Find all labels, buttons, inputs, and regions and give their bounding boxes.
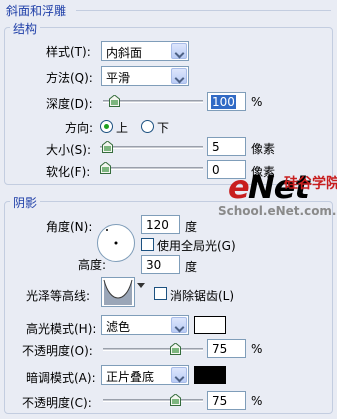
shadow-opacity-label: 不透明度(C): (22, 396, 92, 410)
soften-label: 软化(F): (46, 165, 91, 179)
soften-input-value: 0 (212, 163, 220, 177)
size-unit: 像素 (251, 142, 276, 156)
highlight-mode-select[interactable]: 滤色 (101, 315, 189, 335)
global-light-checkbox[interactable] (141, 238, 154, 251)
angle-label: 角度(N): (46, 220, 93, 234)
shadow-opacity-track (103, 399, 203, 402)
chevron-down-icon (171, 367, 187, 383)
technique-label: 方法(Q): (46, 71, 93, 85)
depth-label: 深度(D): (46, 97, 93, 111)
shading-title: 阴影 (10, 194, 41, 211)
size-input-value: 5 (212, 140, 220, 154)
altitude-unit: 度 (185, 260, 198, 274)
size-slider[interactable] (100, 141, 203, 153)
highlight-color-swatch[interactable] (194, 316, 226, 334)
shadow-mode-select[interactable]: 正片叠底 (101, 365, 189, 385)
angle-unit: 度 (185, 220, 198, 234)
altitude-input-value: 30 (146, 258, 162, 272)
soften-slider-track (100, 167, 203, 170)
soften-slider[interactable] (100, 162, 203, 174)
angle-input-value: 120 (146, 218, 169, 232)
style-label: 样式(T): (46, 45, 91, 59)
altitude-input[interactable]: 30 (141, 255, 180, 274)
highlight-mode-value: 滤色 (106, 320, 131, 334)
panel-title: 斜面和浮雕 (6, 4, 67, 18)
panel-title-divider (76, 10, 331, 11)
depth-slider-thumb[interactable] (109, 95, 120, 107)
structure-title: 结构 (10, 20, 41, 37)
highlight-opacity-slider[interactable] (103, 343, 203, 355)
highlight-mode-label: 高光模式(H): (26, 322, 97, 336)
contour-dropdown-icon[interactable] (137, 283, 145, 288)
size-slider-track (100, 146, 203, 149)
shadow-mode-value: 正片叠底 (106, 370, 155, 384)
style-select-value: 内斜面 (106, 46, 143, 60)
direction-up-label[interactable]: 上 (116, 119, 128, 136)
technique-select-value: 平滑 (106, 71, 131, 85)
shadow-opacity-value: 75 (212, 394, 228, 408)
depth-unit: % (251, 95, 263, 109)
size-input[interactable]: 5 (207, 137, 246, 156)
shadow-opacity-thumb[interactable] (170, 394, 181, 406)
gloss-contour-label: 光泽等高线: (26, 289, 91, 303)
highlight-opacity-value: 75 (212, 342, 228, 356)
global-light-label[interactable]: 使用全局光(G) (157, 237, 236, 254)
shadow-mode-label: 暗调模式(A): (26, 371, 96, 385)
shadow-opacity-unit: % (251, 394, 263, 408)
direction-down-label[interactable]: 下 (157, 119, 169, 136)
shadow-color-swatch[interactable] (194, 366, 226, 384)
highlight-opacity-thumb[interactable] (170, 343, 181, 355)
watermark-logo-e: e (228, 168, 250, 206)
highlight-opacity-track (103, 348, 203, 351)
soften-slider-thumb[interactable] (100, 162, 111, 174)
depth-input[interactable]: 100 (207, 92, 246, 111)
shadow-opacity-slider[interactable] (103, 394, 203, 406)
altitude-label: 高度: (78, 258, 107, 272)
anti-alias-label[interactable]: 消除锯齿(L) (170, 287, 234, 304)
size-label: 大小(S): (46, 143, 92, 157)
depth-slider[interactable] (103, 95, 203, 107)
highlight-opacity-input[interactable]: 75 (207, 339, 246, 358)
angle-input[interactable]: 120 (141, 215, 180, 234)
anti-alias-checkbox[interactable] (154, 287, 167, 300)
shadow-opacity-input[interactable]: 75 (207, 391, 246, 410)
direction-up-radio[interactable] (100, 120, 113, 133)
highlight-opacity-unit: % (251, 342, 263, 356)
chevron-down-icon (171, 43, 187, 59)
technique-select[interactable]: 平滑 (101, 66, 189, 86)
highlight-opacity-label: 不透明度(O): (22, 344, 93, 358)
style-select[interactable]: 内斜面 (101, 41, 189, 61)
direction-label: 方向: (65, 121, 94, 135)
contour-curve-icon (103, 279, 133, 305)
depth-input-value: 100 (211, 95, 236, 109)
size-slider-thumb[interactable] (102, 141, 113, 153)
direction-down-radio[interactable] (141, 120, 154, 133)
chevron-down-icon (171, 317, 187, 333)
gloss-contour-preview[interactable] (101, 277, 135, 307)
watermark-brand-cn: 硅谷学院 (284, 176, 337, 192)
watermark-site: School.eNet.com.cn (218, 204, 337, 218)
chevron-down-icon (171, 68, 187, 84)
